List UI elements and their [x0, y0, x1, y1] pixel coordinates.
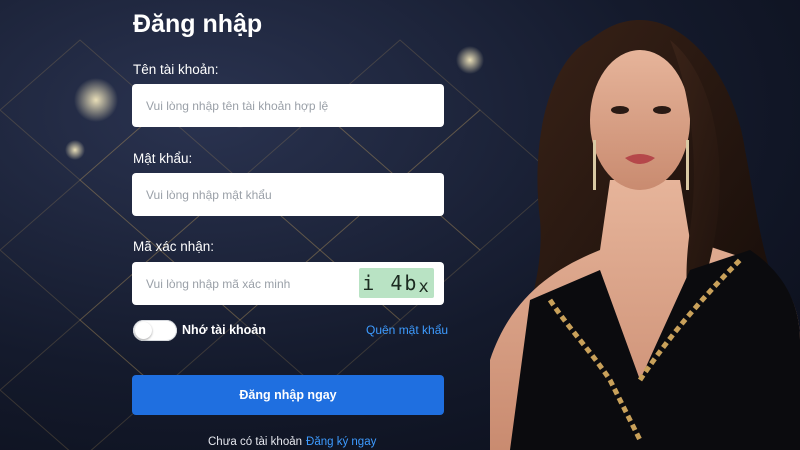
signup-prompt: Chưa có tài khoản [208, 436, 303, 448]
captcha-code: i 4b [362, 271, 419, 295]
login-button[interactable]: Đăng nhập ngay [132, 375, 444, 415]
captcha-image[interactable]: i 4b x [359, 268, 434, 298]
username-input[interactable] [132, 84, 444, 127]
username-label: Tên tài khoản: [133, 62, 219, 77]
password-input[interactable] [132, 173, 444, 216]
signup-row: Chưa có tài khoản Đăng ký ngay [208, 436, 376, 448]
promo-woman-image [490, 20, 800, 450]
captcha-label: Mã xác nhận: [133, 239, 215, 254]
signup-link[interactable]: Đăng ký ngay [306, 436, 376, 448]
page-title: Đăng nhập [133, 10, 263, 38]
forgot-password-link[interactable]: Quên mật khẩu [366, 323, 448, 337]
remember-label: Nhớ tài khoản [182, 323, 266, 337]
toggle-knob [135, 322, 152, 339]
captcha-code-last: x [418, 277, 431, 297]
password-label: Mật khẩu: [133, 151, 193, 166]
remember-toggle[interactable] [133, 320, 177, 341]
